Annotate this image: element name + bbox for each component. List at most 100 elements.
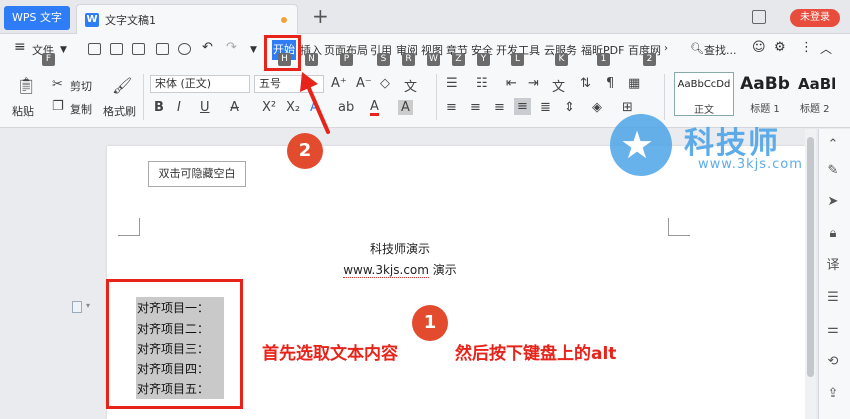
cut-button[interactable]: 剪切 <box>70 78 92 94</box>
shading-icon[interactable]: ◈ <box>592 100 602 115</box>
numbered-list-icon[interactable]: ☷ <box>476 76 488 91</box>
decrease-indent-icon[interactable]: ⇤ <box>506 76 517 91</box>
style-normal[interactable]: AaBbCcDd 正文 <box>674 72 734 116</box>
clear-format-icon[interactable]: ◇ <box>380 76 390 91</box>
shrink-font-icon[interactable]: A⁻ <box>356 76 372 91</box>
hamburger-menu-icon[interactable]: ≡ <box>14 39 26 55</box>
unsaved-dot-icon <box>281 17 287 23</box>
show-marks-icon[interactable]: ¶ <box>606 76 614 91</box>
align-center-icon[interactable]: ≡ <box>470 100 481 115</box>
phonetic-guide-icon[interactable]: 文 <box>404 76 417 95</box>
italic-button[interactable]: I <box>177 100 181 115</box>
strikethrough-icon[interactable]: A̶ <box>230 100 239 115</box>
collapse-ribbon-icon[interactable]: ︿ <box>820 40 832 57</box>
style-heading-1[interactable]: AaBb 标题 1 <box>736 72 794 116</box>
settings-sliders-icon[interactable]: ⚌ <box>824 321 842 339</box>
share-icon[interactable]: ⇪ <box>824 385 842 403</box>
paragraph-handle-dropdown-icon[interactable]: ▾ <box>86 301 90 310</box>
chinese-layout-icon[interactable]: 文 <box>552 76 565 95</box>
keytip-references: S <box>377 53 390 66</box>
document-heading[interactable]: 科技师演示 <box>330 240 470 257</box>
title-bar: WPS 文字 W 文字文稿1 + 未登录 <box>0 0 850 34</box>
print-icon[interactable] <box>156 43 169 55</box>
writer-doc-icon: W <box>85 13 99 27</box>
document-tab[interactable]: W 文字文稿1 <box>76 4 298 34</box>
history-icon[interactable]: ⟲ <box>824 353 842 371</box>
style-name: 标题 2 <box>800 104 830 115</box>
login-button[interactable]: 未登录 <box>790 9 840 27</box>
app-tab-wps[interactable]: WPS 文字 <box>4 6 70 30</box>
step-badge-2: 2 <box>287 133 323 169</box>
ribbon-divider <box>664 74 665 120</box>
increase-indent-icon[interactable]: ⇥ <box>528 76 539 91</box>
quick-access-dropdown-icon[interactable]: ▼ <box>250 45 257 55</box>
font-name-select[interactable]: 宋体 (正文) <box>150 75 250 93</box>
highlight-icon[interactable]: ab <box>338 100 354 115</box>
align-left-icon[interactable]: ≡ <box>446 100 457 115</box>
paragraph-settings-icon[interactable]: ▦ <box>628 76 640 91</box>
hide-blank-tooltip[interactable]: 双击可隐藏空白 <box>148 161 246 187</box>
watermark-text: 科技师 <box>684 126 780 161</box>
sort-icon[interactable]: ⇅ <box>580 76 591 91</box>
file-dropdown-icon[interactable]: ▼ <box>60 45 67 55</box>
borders-icon[interactable]: ⊞ <box>622 100 633 115</box>
keytip-security: Y <box>477 53 490 66</box>
scissors-icon[interactable]: ✂ <box>52 77 63 92</box>
lock-icon[interactable]: 🔒︎ <box>824 225 842 243</box>
superscript-icon[interactable]: X² <box>262 100 276 115</box>
annotation-box-selection <box>106 279 243 409</box>
style-sample: AaBbCcDd <box>677 79 731 90</box>
url-suffix: 演示 <box>428 263 457 277</box>
export-pdf-icon[interactable] <box>132 43 145 55</box>
char-shading-icon[interactable]: A <box>398 100 413 115</box>
step-badge-1: 1 <box>412 305 448 341</box>
select-cursor-icon[interactable]: ➤ <box>824 193 842 211</box>
page-corner-mark <box>118 218 140 236</box>
add-tab-button[interactable]: + <box>312 4 329 28</box>
line-spacing-icon[interactable]: ⇕ <box>564 100 575 115</box>
justify-icon[interactable]: ≡ <box>514 98 531 115</box>
keytip-review: R <box>402 53 415 66</box>
keytip-developer: L <box>511 53 524 66</box>
distributed-align-icon[interactable]: ≣ <box>540 100 551 115</box>
annotation-step1b-text: 然后按下键盘上的alt <box>455 344 617 364</box>
undo-icon[interactable]: ↶ <box>202 40 213 55</box>
underline-button[interactable]: U <box>200 100 210 115</box>
copy-icon[interactable]: ❐ <box>52 99 64 114</box>
paste-icon[interactable]: 📋︎ <box>16 76 36 95</box>
pen-icon[interactable]: ✎ <box>824 162 842 180</box>
outline-icon[interactable]: ☰ <box>824 289 842 307</box>
keytip-page-layout: P <box>340 53 353 66</box>
copy-button[interactable]: 复制 <box>70 101 92 117</box>
bold-button[interactable]: B <box>154 100 164 115</box>
search-command[interactable]: 查找... <box>704 42 737 58</box>
redo-icon[interactable]: ↷ <box>226 40 237 55</box>
window-mode-icon[interactable] <box>752 10 766 24</box>
align-right-icon[interactable]: ≡ <box>494 100 505 115</box>
more-tabs-icon[interactable]: › <box>664 43 668 54</box>
scrollbar-thumb[interactable] <box>807 137 814 377</box>
keytip-view: W <box>427 53 440 66</box>
format-painter-button[interactable]: 格式刷 <box>103 103 136 119</box>
style-heading-2[interactable]: AaBl 标题 2 <box>796 72 850 116</box>
gear-icon[interactable]: ⚙ <box>774 40 786 55</box>
translate-icon[interactable]: 译 <box>824 257 842 275</box>
open-folder-icon[interactable] <box>88 43 101 55</box>
paragraph-handle-icon[interactable] <box>72 301 82 313</box>
collapse-sidebar-icon[interactable]: ⌃ <box>824 136 842 154</box>
font-color-icon[interactable]: A <box>370 100 379 116</box>
watermark-url: www.3kjs.com <box>698 157 803 172</box>
paste-button[interactable]: 粘贴 <box>12 103 34 119</box>
style-sample: AaBb <box>740 74 790 94</box>
save-icon[interactable] <box>110 43 123 55</box>
keytip-foxit-pdf: 1 <box>597 53 610 66</box>
ribbon-divider <box>143 74 144 120</box>
format-painter-icon[interactable]: 🖌︎ <box>112 76 132 95</box>
style-name: 正文 <box>694 105 714 116</box>
more-options-icon[interactable]: ⋮ <box>800 40 813 55</box>
keytip-insert: N <box>305 53 318 66</box>
print-preview-icon[interactable] <box>178 43 191 55</box>
feedback-icon[interactable]: ☺ <box>752 40 766 55</box>
bullet-list-icon[interactable]: ☰ <box>446 76 458 91</box>
document-subtitle[interactable]: www.3kjs.com 演示 <box>330 261 470 278</box>
